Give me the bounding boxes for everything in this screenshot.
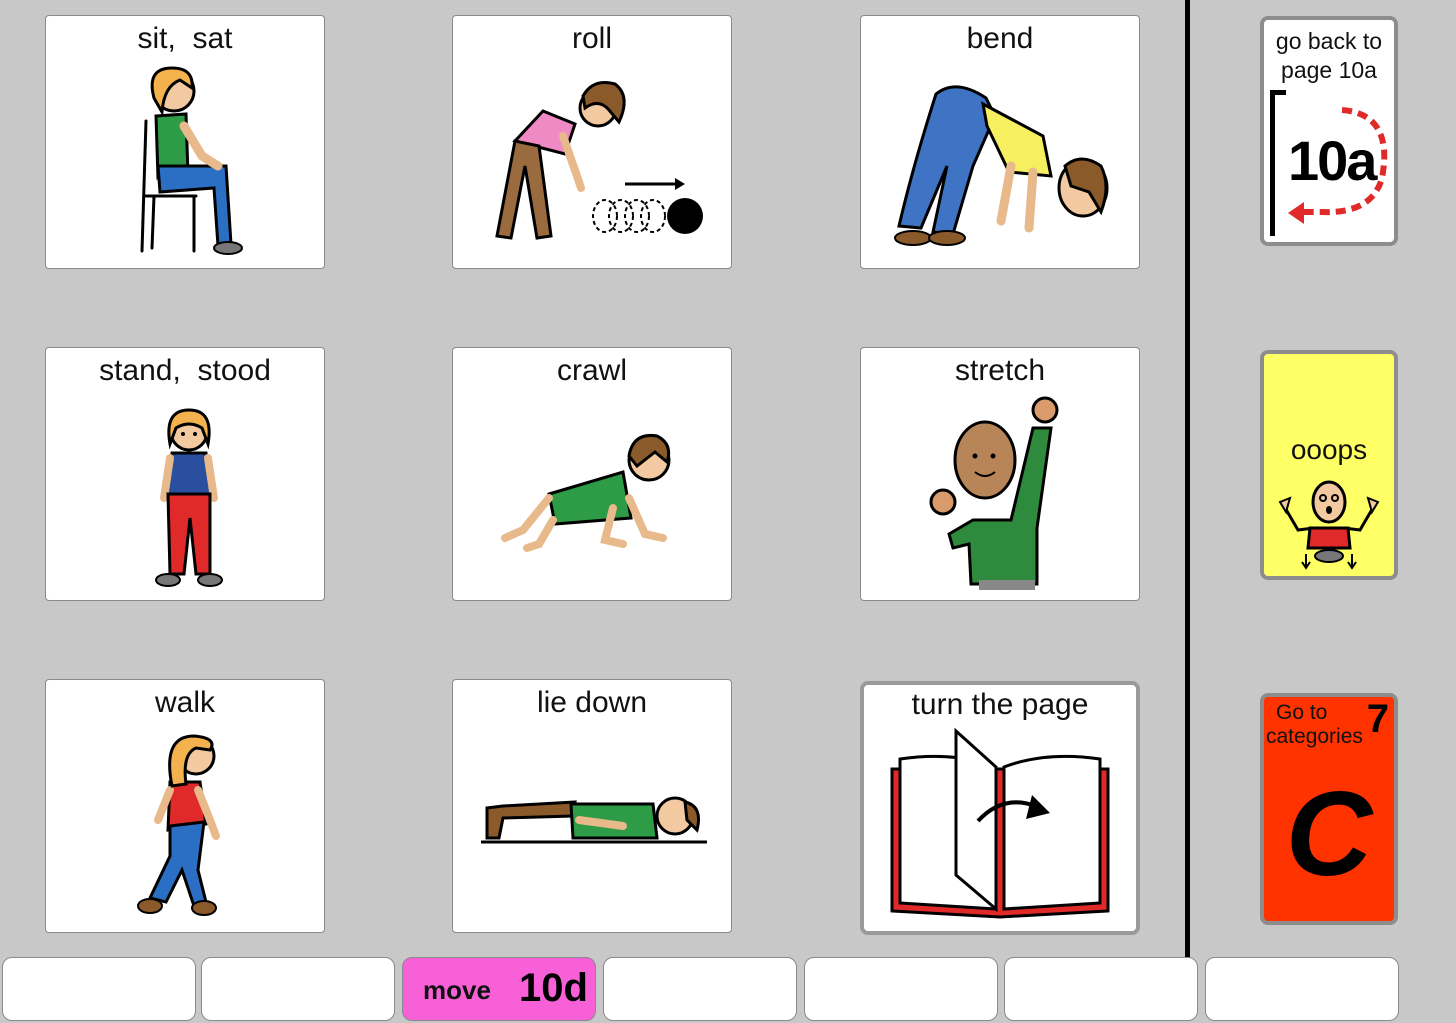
categories-label-line1: Go to bbox=[1276, 701, 1328, 724]
go-back-label-line2: page 10a bbox=[1281, 57, 1377, 83]
bottom-slot-6-button[interactable] bbox=[1004, 957, 1198, 1021]
walking-person-icon bbox=[137, 734, 220, 916]
symbol-button-stand[interactable]: stand, stood bbox=[45, 347, 325, 601]
column-divider bbox=[1185, 0, 1190, 958]
categories-label-line2: categories bbox=[1266, 725, 1363, 748]
move-label: move bbox=[423, 975, 491, 1005]
bottom-slot-2-button[interactable] bbox=[201, 957, 395, 1021]
crawling-child-icon bbox=[501, 433, 671, 552]
sitting-person-icon bbox=[140, 66, 243, 255]
standing-person-icon bbox=[155, 408, 223, 587]
symbol-button-walk[interactable]: walk bbox=[45, 679, 325, 933]
bottom-slot-4-button[interactable] bbox=[603, 957, 797, 1021]
go-to-categories-button[interactable]: Go to categories 7 C bbox=[1260, 693, 1398, 925]
symbol-button-turn-the-page[interactable]: turn the page bbox=[860, 681, 1140, 935]
go-back-page-button[interactable]: go back to page 10a 10a bbox=[1260, 16, 1398, 246]
symbol-button-sit[interactable]: sit, sat bbox=[45, 15, 325, 269]
target-page-number: 10a bbox=[1288, 129, 1377, 192]
move-page-number: 10d bbox=[519, 966, 588, 1010]
bottom-slot-7-button[interactable] bbox=[1205, 957, 1399, 1021]
stretching-person-icon bbox=[929, 396, 1059, 590]
symbol-button-roll[interactable]: roll bbox=[452, 15, 732, 269]
open-book-icon bbox=[890, 727, 1110, 919]
bottom-slot-1-button[interactable] bbox=[2, 957, 196, 1021]
rolling-ball-icon bbox=[495, 81, 703, 240]
bottom-slot-5-button[interactable] bbox=[804, 957, 998, 1021]
go-back-label-line1: go back to bbox=[1275, 28, 1383, 54]
lying-person-icon bbox=[481, 796, 707, 844]
move-page-button[interactable]: move 10d bbox=[402, 957, 596, 1021]
symbol-button-bend[interactable]: bend bbox=[860, 15, 1140, 269]
bending-person-icon bbox=[894, 85, 1109, 246]
categories-number: 7 bbox=[1366, 697, 1389, 741]
symbol-button-lie-down[interactable]: lie down bbox=[452, 679, 732, 933]
ooops-button[interactable]: ooops bbox=[1260, 350, 1398, 580]
dropped-item-person-icon bbox=[1278, 480, 1380, 570]
symbol-button-stretch[interactable]: stretch bbox=[860, 347, 1140, 601]
symbol-button-crawl[interactable]: crawl bbox=[452, 347, 732, 601]
ooops-label: ooops bbox=[1290, 434, 1368, 465]
categories-letter: C bbox=[1285, 767, 1373, 901]
